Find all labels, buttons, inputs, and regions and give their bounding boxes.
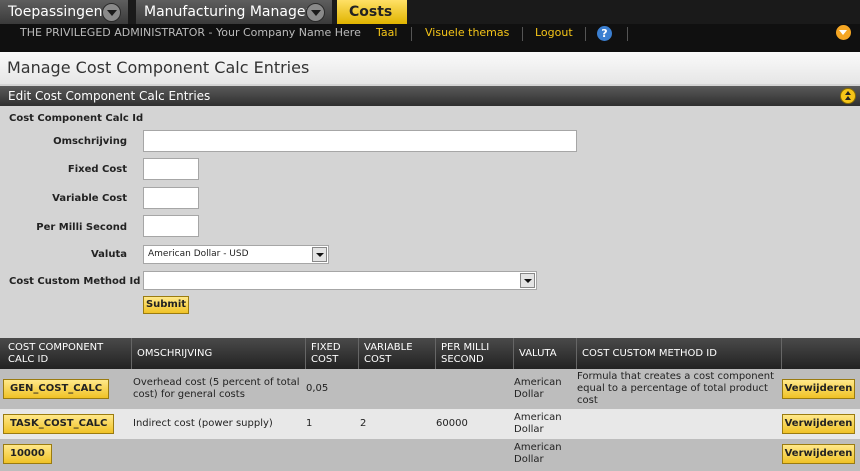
- chevron-down-icon[interactable]: [102, 3, 121, 22]
- submit-button[interactable]: Submit: [143, 296, 189, 314]
- per-milli-second-label: Per Milli Second: [36, 222, 127, 233]
- delete-button[interactable]: Verwijderen: [782, 414, 855, 434]
- page-header: Manage Cost Component Calc Entries: [0, 52, 860, 84]
- divider: [627, 27, 628, 41]
- row-custom-method: Formula that creates a cost component eq…: [577, 371, 775, 406]
- currency-select[interactable]: American Dollar - USD: [143, 245, 329, 264]
- row-currency: American Dollar: [514, 442, 562, 465]
- column-header[interactable]: VALUTA: [513, 338, 576, 369]
- column-header[interactable]: COST COMPONENT CALC ID: [3, 338, 131, 369]
- row-per-milli-second: 60000: [436, 418, 468, 429]
- column-header[interactable]: FIXED COST: [305, 338, 358, 369]
- logout-link[interactable]: Logout: [535, 26, 573, 39]
- row-fixed-cost: 0,05: [306, 383, 329, 394]
- divider: [411, 27, 412, 41]
- per-milli-second-input[interactable]: [143, 215, 199, 237]
- table-row: GEN_COST_CALC Overhead cost (5 percent o…: [0, 369, 860, 409]
- chevron-down-icon[interactable]: [306, 3, 325, 22]
- row-id-button[interactable]: 10000: [3, 444, 52, 464]
- row-currency: American Dollar: [514, 377, 562, 400]
- custom-method-label: Cost Custom Method Id: [9, 276, 141, 287]
- chevron-down-icon[interactable]: [312, 247, 327, 262]
- delete-button[interactable]: Verwijderen: [782, 379, 855, 399]
- row-currency: American Dollar: [514, 412, 562, 435]
- top-tab-bar: Toepassingen Manufacturing Manager Costs: [0, 0, 860, 24]
- row-id-button[interactable]: GEN_COST_CALC: [3, 379, 110, 399]
- row-fixed-cost: 1: [306, 418, 313, 429]
- divider: [522, 27, 523, 41]
- chevron-down-icon[interactable]: [836, 25, 851, 40]
- fixed-cost-label: Fixed Cost: [67, 164, 127, 175]
- user-name: THE PRIVILEGED ADMINISTRATOR - Your Comp…: [20, 26, 361, 39]
- column-header: [781, 338, 860, 369]
- table-header: COST COMPONENT CALC ID OMSCHRIJVING FIXE…: [0, 338, 860, 369]
- currency-label: Valuta: [90, 249, 127, 260]
- column-header[interactable]: PER MILLI SECOND: [435, 338, 513, 369]
- column-header[interactable]: VARIABLE COST: [358, 338, 435, 369]
- tab-label: Manufacturing Manager: [144, 4, 312, 20]
- id-label: Cost Component Calc Id: [9, 113, 144, 124]
- row-variable-cost: 2: [360, 418, 367, 429]
- user-bar: THE PRIVILEGED ADMINISTRATOR - Your Comp…: [0, 24, 860, 52]
- delete-button[interactable]: Verwijderen: [782, 444, 855, 464]
- column-header[interactable]: OMSCHRIJVING: [131, 338, 305, 369]
- form-panel-title: Edit Cost Component Calc Entries: [8, 89, 211, 103]
- row-id-button[interactable]: TASK_COST_CALC: [3, 414, 115, 434]
- table-row: 10000 American Dollar Verwijderen: [0, 439, 860, 471]
- form-panel: Cost Component Calc Id Omschrijving Fixe…: [0, 106, 860, 332]
- tab-manufacturing-manager[interactable]: Manufacturing Manager: [136, 0, 332, 24]
- help-icon[interactable]: ?: [597, 26, 612, 41]
- description-input[interactable]: [143, 130, 577, 152]
- variable-cost-label: Variable Cost: [52, 193, 127, 204]
- table-row: TASK_COST_CALC Indirect cost (power supp…: [0, 409, 860, 439]
- form-panel-header: Edit Cost Component Calc Entries: [0, 86, 860, 106]
- language-link[interactable]: Taal: [376, 26, 397, 39]
- tab-label: Costs: [349, 4, 393, 20]
- page-title: Manage Cost Component Calc Entries: [7, 58, 310, 77]
- chevron-down-icon[interactable]: [520, 273, 535, 288]
- double-chevron-up-icon[interactable]: [840, 88, 856, 104]
- themes-link[interactable]: Visuele themas: [425, 26, 509, 39]
- tab-costs[interactable]: Costs: [337, 0, 407, 24]
- fixed-cost-input[interactable]: [143, 158, 199, 180]
- divider: [585, 27, 586, 41]
- column-header[interactable]: COST CUSTOM METHOD ID: [576, 338, 781, 369]
- row-description: Indirect cost (power supply): [133, 418, 273, 429]
- currency-select-value: American Dollar - USD: [148, 249, 249, 259]
- variable-cost-input[interactable]: [143, 187, 199, 209]
- description-label: Omschrijving: [53, 136, 127, 147]
- tab-label: Toepassingen: [8, 4, 103, 20]
- row-description: Overhead cost (5 percent of total cost) …: [133, 377, 300, 400]
- custom-method-select[interactable]: [143, 271, 537, 290]
- tab-toepassingen[interactable]: Toepassingen: [0, 0, 128, 24]
